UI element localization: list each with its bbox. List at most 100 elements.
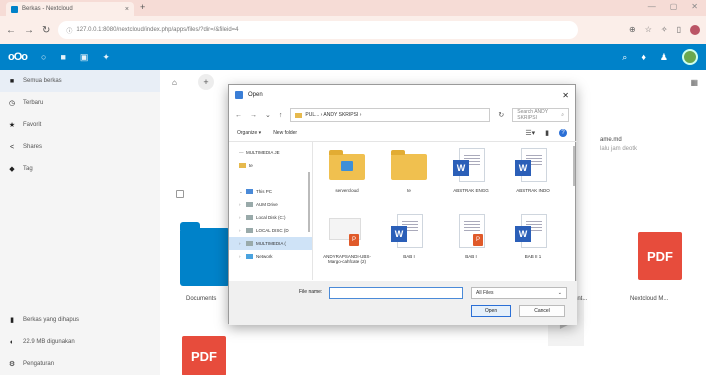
navigation-tree: — MULTIMEDIA JE te ⌄ This PC › AUM Drive › L… — [229, 142, 313, 280]
drive-icon — [246, 215, 253, 220]
folder-icon[interactable] — [180, 222, 230, 286]
browser-tab[interactable]: Berkas - Nextcloud × — [6, 2, 134, 16]
activity-app-icon[interactable]: ✦ — [102, 52, 110, 63]
new-folder-button[interactable]: New folder — [273, 130, 297, 136]
new-file-button[interactable]: + — [198, 74, 214, 90]
folder-icon — [239, 163, 246, 168]
close-window-icon[interactable]: ✕ — [691, 2, 698, 11]
tree-item[interactable]: › Network — [229, 250, 312, 263]
minimize-icon[interactable]: — — [648, 2, 656, 11]
pdf-file-icon[interactable]: PDF — [182, 336, 226, 375]
file-tile[interactable]: te — [381, 146, 437, 193]
chevron-down-icon[interactable]: ⌄ — [239, 189, 243, 195]
tree-item[interactable]: te — [229, 159, 312, 172]
tab-close-icon[interactable]: × — [125, 6, 129, 13]
tab-title: Berkas - Nextcloud — [22, 6, 73, 12]
chevron-right-icon[interactable]: › — [239, 215, 243, 220]
pane-scrollbar[interactable] — [573, 146, 575, 186]
recommended-file[interactable]: ame.md lalu jam deotk — [600, 136, 637, 154]
sidebar-item-storage-usage[interactable]: ◐ 22.9 MB digunakan — [0, 331, 160, 353]
back-icon[interactable]: ← — [235, 112, 242, 119]
contacts-icon[interactable]: ♟ — [660, 52, 668, 63]
sidebar-item-label: Pengaturan — [23, 361, 55, 367]
sidebar-item-recent[interactable]: ◷ Terbaru — [0, 92, 160, 114]
sidebar-item-settings[interactable]: ⚙ Pengaturan — [0, 353, 160, 375]
preview-pane-icon[interactable]: ▮ — [545, 129, 549, 137]
dialog-title: Open — [248, 92, 263, 98]
file-label-nextcloud-manual[interactable]: Nextcloud M... — [630, 296, 668, 302]
forward-icon[interactable]: → — [250, 112, 257, 119]
view-controls: ☰▾ ▮ ? — [525, 129, 567, 137]
help-icon[interactable]: ? — [559, 129, 567, 137]
sidebar-item-deleted-files[interactable]: ▮ Berkas yang dihapus — [0, 309, 160, 331]
refresh-icon[interactable]: ↻ — [498, 111, 504, 119]
profile-avatar[interactable] — [690, 25, 700, 35]
sidebar-item-tags[interactable]: ◆ Tag — [0, 158, 160, 180]
file-tile[interactable]: P BAB I — [443, 212, 499, 259]
up-icon[interactable]: ↑ — [279, 112, 283, 119]
dialog-close-icon[interactable]: ✕ — [562, 91, 569, 100]
sidebar-item-all-files[interactable]: ■ Semua berkas — [0, 70, 160, 92]
back-icon[interactable]: ← — [6, 25, 16, 36]
chevron-right-icon[interactable]: › — [239, 241, 243, 246]
file-tile[interactable]: P ANDYRAPSANDI-UBS-Margo-cahfcate (2) — [319, 212, 375, 264]
word-document-icon: W — [389, 212, 429, 250]
tree-item[interactable]: › Local Disk (C:) — [229, 211, 312, 224]
home-icon[interactable]: ⌂ — [172, 78, 177, 87]
tree-item[interactable]: › LOCAL DISC (D — [229, 224, 312, 237]
sidebar-item-shares[interactable]: < Shares — [0, 136, 160, 158]
site-info-icon[interactable]: ⓘ — [66, 26, 72, 35]
forward-icon[interactable]: → — [24, 25, 34, 36]
cancel-button[interactable]: Cancel — [519, 305, 565, 317]
tree-item[interactable] — [229, 172, 312, 185]
search-icon[interactable]: ⌕ — [622, 52, 627, 63]
view-options-icon[interactable]: ☰▾ — [525, 129, 535, 137]
tree-scrollbar[interactable] — [308, 172, 310, 232]
nextcloud-header: oOo ○ ■ ▣ ✦ ⌕ ♦ ♟ — [0, 44, 706, 70]
file-tile[interactable]: servercloud — [319, 146, 375, 193]
notifications-icon[interactable]: ♦ — [641, 52, 646, 62]
file-tile[interactable]: W ABSTRAK ENGG — [443, 146, 499, 193]
dialog-address-bar[interactable]: PUL... › ANDY SKRIPSI › — [290, 108, 491, 122]
tree-item-selected[interactable]: › MULTIMEDIA ( — [229, 237, 312, 250]
url-bar[interactable]: ⓘ 127.0.0.1:8080/nextcloud/index.php/app… — [58, 21, 579, 39]
tree-item[interactable]: — MULTIMEDIA JE — [229, 146, 312, 159]
tree-item[interactable]: ⌄ This PC — [229, 185, 312, 198]
new-tab-button[interactable]: + — [140, 2, 145, 12]
open-button[interactable]: Open — [471, 305, 511, 317]
sidebar-item-favorites[interactable]: ★ Favorit — [0, 114, 160, 136]
organize-button[interactable]: Organize ▾ — [237, 130, 261, 136]
chevron-right-icon[interactable]: › — [239, 228, 243, 233]
file-label-int[interactable]: int... — [576, 296, 587, 302]
chevron-right-icon[interactable]: › — [239, 202, 243, 207]
file-tile[interactable]: W ABSTRAK INDO — [505, 146, 561, 193]
extensions-icon[interactable]: ✧ — [661, 25, 668, 35]
chevron-right-icon[interactable]: › — [239, 254, 243, 259]
reload-icon[interactable]: ↻ — [42, 25, 50, 36]
pdf-file-icon[interactable]: PDF — [638, 232, 682, 280]
dashboard-app-icon[interactable]: ○ — [41, 52, 46, 62]
nextcloud-logo[interactable]: oOo — [8, 51, 28, 63]
file-tile[interactable]: W BAB I — [381, 212, 437, 259]
photos-app-icon[interactable]: ▣ — [80, 52, 89, 63]
user-avatar[interactable] — [682, 49, 698, 65]
maximize-icon[interactable]: ▢ — [670, 2, 678, 11]
tree-item[interactable]: › AUM Drive — [229, 198, 312, 211]
file-label-documents[interactable]: Documents — [186, 296, 216, 302]
dialog-path-text: PUL... › ANDY SKRIPSI › — [305, 112, 362, 118]
sidebar-toggle-icon[interactable]: ▯ — [677, 25, 681, 35]
dialog-search-input[interactable]: Search ANDY SKRIPSI ⌕ — [512, 108, 569, 122]
chevron-icon: — — [239, 150, 244, 155]
files-app-icon[interactable]: ■ — [60, 52, 65, 62]
file-tile[interactable]: W BAB II 1 — [505, 212, 561, 259]
share-icon: < — [9, 143, 15, 151]
file-tile-label: te — [407, 188, 411, 193]
chevron-down-icon[interactable]: ⌄ — [265, 111, 271, 119]
file-name-input[interactable] — [329, 287, 463, 299]
install-icon[interactable]: ⊕ — [629, 25, 636, 35]
select-all-checkbox[interactable] — [176, 190, 184, 198]
grid-view-icon[interactable]: ▦ — [690, 78, 698, 87]
tree-item-label: MULTIMEDIA ( — [256, 241, 286, 246]
file-type-select[interactable]: All Files ⌄ — [471, 287, 567, 299]
bookmark-star-icon[interactable]: ☆ — [645, 25, 652, 35]
